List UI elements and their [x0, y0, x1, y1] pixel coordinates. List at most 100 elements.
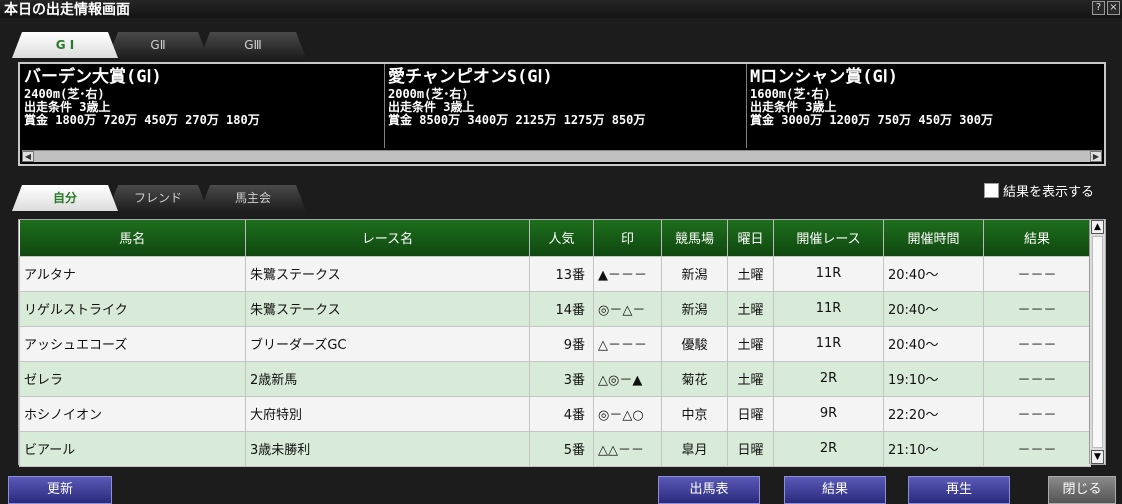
tab-friend[interactable]: フレンド — [108, 185, 208, 211]
mark: △－－－ — [593, 325, 662, 362]
race-name: 2歳新馬 — [245, 360, 530, 397]
mark: ◎－△－ — [593, 290, 662, 327]
mark: △△－－ — [593, 430, 662, 467]
race-prize: 賞金 3000万 1200万 750万 450万 300万 — [750, 113, 993, 127]
column-header-race[interactable]: レース名 — [245, 220, 530, 256]
entries-table: 馬名 レース名 人気 印 競馬場 曜日 開催レース 開催時間 結果 アルタナ 朱… — [19, 220, 1091, 467]
start-time: 21:10～ — [883, 430, 984, 467]
table-row[interactable]: アルタナ 朱鷺ステークス 13番 ▲－－－ 新潟 土曜 11R 20:40～ －… — [19, 255, 1091, 292]
table-header-row: 馬名 レース名 人気 印 競馬場 曜日 開催レース 開催時間 結果 — [19, 220, 1091, 256]
race-name: Mロンシャン賞(GⅠ) — [750, 67, 898, 87]
mark: ◎－△○ — [593, 395, 662, 432]
horse-name: アッシュエコーズ — [19, 325, 246, 362]
result: －－－ — [983, 430, 1091, 467]
scroll-left-icon[interactable]: ◀ — [22, 151, 34, 162]
replay-button[interactable]: 再生 — [908, 476, 1010, 504]
table-row[interactable]: リゲルストライク 朱鷺ステークス 14番 ◎－△－ 新潟 土曜 11R 20:4… — [19, 290, 1091, 327]
start-time: 19:10～ — [883, 360, 984, 397]
show-results-toggle[interactable]: 結果を表示する — [984, 180, 1094, 200]
race-prize: 賞金 8500万 3400万 2125万 1275万 850万 — [388, 113, 646, 127]
popularity: 9番 — [529, 325, 594, 362]
grade-race-panel: バーデン大賞(GⅠ) 2400m(芝･右) 出走条件 3歳上 賞金 1800万 … — [18, 62, 1106, 166]
popularity: 5番 — [529, 430, 594, 467]
start-time: 20:40～ — [883, 290, 984, 327]
race-divider — [746, 64, 747, 148]
popularity: 14番 — [529, 290, 594, 327]
race-name: バーデン大賞(GⅠ) — [24, 67, 162, 87]
race-info-1: バーデン大賞(GⅠ) 2400m(芝･右) 出走条件 3歳上 賞金 1800万 … — [24, 66, 389, 150]
window-close-icon[interactable]: × — [1107, 1, 1120, 15]
track: 中京 — [661, 395, 728, 432]
column-header-result[interactable]: 結果 — [983, 220, 1091, 256]
tab-grade-2[interactable]: GⅡ — [108, 32, 208, 58]
tab-grade-1[interactable]: G I — [12, 32, 118, 58]
window-title: 本日の出走情報画面 — [4, 2, 130, 18]
table-row[interactable]: ホシノイオン 大府特別 4番 ◎－△○ 中京 日曜 9R 22:20～ －－－ — [19, 395, 1091, 432]
table-row[interactable]: ビアール 3歳未勝利 5番 △△－－ 皐月 日曜 2R 21:10～ －－－ — [19, 430, 1091, 467]
day: 土曜 — [727, 325, 774, 362]
race-number: 2R — [773, 360, 884, 397]
start-time: 20:40～ — [883, 255, 984, 292]
start-time: 20:40～ — [883, 325, 984, 362]
day: 土曜 — [727, 255, 774, 292]
day: 土曜 — [727, 360, 774, 397]
popularity: 13番 — [529, 255, 594, 292]
tab-self[interactable]: 自分 — [12, 185, 118, 211]
day: 日曜 — [727, 430, 774, 467]
track: 新潟 — [661, 290, 728, 327]
race-divider — [384, 64, 385, 148]
scroll-right-icon[interactable]: ▶ — [1090, 151, 1102, 162]
results-button[interactable]: 結果 — [784, 476, 886, 504]
table-row[interactable]: アッシュエコーズ ブリーダーズGC 9番 △－－－ 優駿 土曜 11R 20:4… — [19, 325, 1091, 362]
result: －－－ — [983, 255, 1091, 292]
race-name: 3歳未勝利 — [245, 430, 530, 467]
horse-name: ビアール — [19, 430, 246, 467]
close-button[interactable]: 閉じる — [1048, 476, 1116, 504]
race-name: 朱鷺ステークス — [245, 290, 530, 327]
result: －－－ — [983, 395, 1091, 432]
race-card-button[interactable]: 出馬表 — [658, 476, 760, 504]
race-name: 朱鷺ステークス — [245, 255, 530, 292]
vertical-scrollbar[interactable]: ▲ ▼ — [1089, 220, 1105, 464]
popularity: 4番 — [529, 395, 594, 432]
result: －－－ — [983, 290, 1091, 327]
column-header-popularity[interactable]: 人気 — [529, 220, 594, 256]
show-results-checkbox[interactable] — [984, 183, 999, 198]
tab-owners-club[interactable]: 馬主会 — [200, 185, 306, 211]
scroll-up-icon[interactable]: ▲ — [1091, 220, 1104, 234]
column-header-mark[interactable]: 印 — [593, 220, 662, 256]
track: 皐月 — [661, 430, 728, 467]
result: －－－ — [983, 360, 1091, 397]
track: 新潟 — [661, 255, 728, 292]
race-info-3: Mロンシャン賞(GⅠ) 1600m(芝･右) 出走条件 3歳上 賞金 3000万… — [750, 66, 1115, 150]
scrollbar-thumb[interactable] — [1092, 236, 1103, 448]
mark: ▲－－－ — [593, 255, 662, 292]
column-header-race-number[interactable]: 開催レース — [773, 220, 884, 256]
table-row[interactable]: ゼレラ 2歳新馬 3番 △◎－▲ 菊花 土曜 2R 19:10～ －－－ — [19, 360, 1091, 397]
grade-tabs: G I GⅡ GⅢ — [0, 28, 1122, 58]
column-header-track[interactable]: 競馬場 — [661, 220, 728, 256]
race-name: 大府特別 — [245, 395, 530, 432]
horse-name: アルタナ — [19, 255, 246, 292]
horizontal-scrollbar[interactable]: ◀ ▶ — [22, 150, 1102, 162]
title-bar: 本日の出走情報画面 ? × — [0, 0, 1122, 18]
race-prize: 賞金 1800万 720万 450万 270万 180万 — [24, 113, 260, 127]
result: －－－ — [983, 325, 1091, 362]
scroll-down-icon[interactable]: ▼ — [1091, 450, 1104, 464]
race-number: 9R — [773, 395, 884, 432]
race-number: 11R — [773, 255, 884, 292]
owner-tabs: 自分 フレンド 馬主会 — [0, 181, 1122, 211]
race-number: 11R — [773, 290, 884, 327]
mark: △◎－▲ — [593, 360, 662, 397]
column-header-horse[interactable]: 馬名 — [19, 220, 246, 256]
help-button[interactable]: ? — [1092, 1, 1105, 15]
column-header-day[interactable]: 曜日 — [727, 220, 774, 256]
race-info-2: 愛チャンピオンS(GⅠ) 2000m(芝･右) 出走条件 3歳上 賞金 8500… — [388, 66, 753, 150]
horse-name: ホシノイオン — [19, 395, 246, 432]
track: 優駿 — [661, 325, 728, 362]
tab-grade-3[interactable]: GⅢ — [200, 32, 306, 58]
column-header-time[interactable]: 開催時間 — [883, 220, 984, 256]
refresh-button[interactable]: 更新 — [8, 476, 112, 504]
race-number: 11R — [773, 325, 884, 362]
race-number: 2R — [773, 430, 884, 467]
